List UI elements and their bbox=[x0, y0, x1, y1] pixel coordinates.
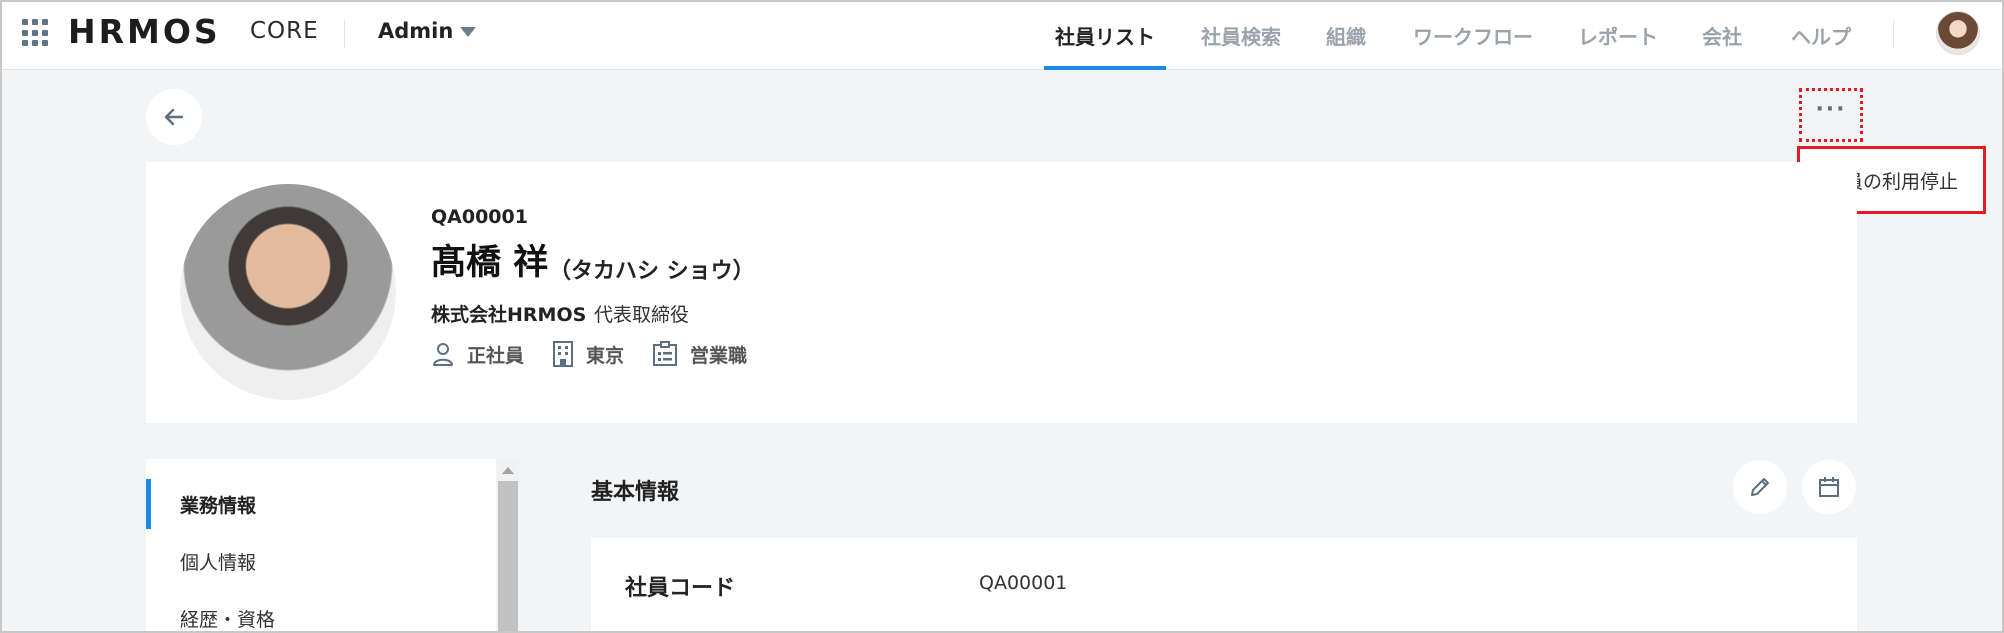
employee-photo bbox=[180, 184, 396, 400]
field-label-employee-code: 社員コード bbox=[625, 576, 736, 601]
more-horizontal-icon: ··· bbox=[1815, 97, 1847, 122]
calendar-icon bbox=[1819, 477, 1839, 497]
nav-help[interactable]: ヘルプ bbox=[1780, 0, 1862, 70]
nav-employee-list[interactable]: 社員リスト bbox=[1044, 0, 1166, 70]
tab-business-info[interactable]: 業務情報 bbox=[146, 479, 496, 529]
scroll-up-icon[interactable] bbox=[502, 467, 514, 474]
user-avatar[interactable] bbox=[1936, 11, 1980, 55]
profile-card: QA00001 髙橋 祥 （タカハシ ショウ） 株式会社HRMOS 代表取締役 … bbox=[146, 162, 1857, 423]
nav-employee-search[interactable]: 社員検索 bbox=[1188, 0, 1294, 70]
history-button[interactable] bbox=[1802, 460, 1856, 514]
logo[interactable]: HRMOS bbox=[68, 12, 221, 51]
building-icon bbox=[553, 341, 574, 367]
job-badge-icon bbox=[653, 341, 678, 366]
chevron-down-icon[interactable] bbox=[460, 27, 476, 37]
apps-grid-icon[interactable] bbox=[22, 19, 50, 47]
job-title: 代表取締役 bbox=[594, 304, 690, 326]
attribute-employment-type: 正社員 bbox=[431, 341, 524, 368]
nav-workflow[interactable]: ワークフロー bbox=[1402, 0, 1544, 70]
arrow-left-icon bbox=[164, 108, 184, 126]
top-nav-bar: HRMOS CORE Admin 社員リスト 社員検索 組織 ワークフロー レポ… bbox=[0, 0, 2004, 70]
role-selector[interactable]: Admin bbox=[378, 19, 453, 43]
back-button[interactable] bbox=[146, 89, 202, 145]
employment-type-label: 正社員 bbox=[467, 344, 525, 367]
side-tab-nav: 業務情報 個人情報 経歴・資格 bbox=[146, 459, 496, 633]
nav-report[interactable]: レポート bbox=[1568, 0, 1668, 70]
tab-career-qualifications[interactable]: 経歴・資格 bbox=[146, 593, 496, 633]
employee-code: QA00001 bbox=[431, 206, 528, 228]
divider bbox=[1893, 20, 1894, 48]
job-type-label: 営業職 bbox=[690, 344, 748, 367]
attribute-location: 東京 bbox=[552, 340, 624, 368]
company-name: 株式会社HRMOS bbox=[431, 304, 587, 326]
location-label: 東京 bbox=[586, 344, 625, 367]
employee-name: 髙橋 祥 bbox=[431, 243, 549, 283]
nav-company[interactable]: 会社 bbox=[1692, 0, 1752, 70]
edit-pencil-icon bbox=[1751, 478, 1769, 496]
section-title: 基本情報 bbox=[591, 480, 680, 505]
product-name: CORE bbox=[250, 18, 319, 44]
scrollbar[interactable] bbox=[497, 459, 519, 633]
edit-button[interactable] bbox=[1733, 460, 1787, 514]
scrollbar-thumb[interactable] bbox=[498, 481, 518, 633]
nav-organization[interactable]: 組織 bbox=[1316, 0, 1376, 70]
person-icon bbox=[433, 343, 453, 366]
more-options-button[interactable]: ··· bbox=[1799, 88, 1863, 142]
divider bbox=[344, 20, 345, 48]
tab-personal-info[interactable]: 個人情報 bbox=[146, 536, 496, 586]
field-value-employee-code: QA00001 bbox=[979, 572, 1068, 594]
employee-name-kana: （タカハシ ショウ） bbox=[549, 259, 755, 284]
basic-info-card: 社員コード QA00001 bbox=[591, 538, 1857, 633]
attribute-job-type: 営業職 bbox=[652, 341, 747, 368]
employee-attributes: 正社員 東京 営業職 bbox=[431, 340, 775, 368]
